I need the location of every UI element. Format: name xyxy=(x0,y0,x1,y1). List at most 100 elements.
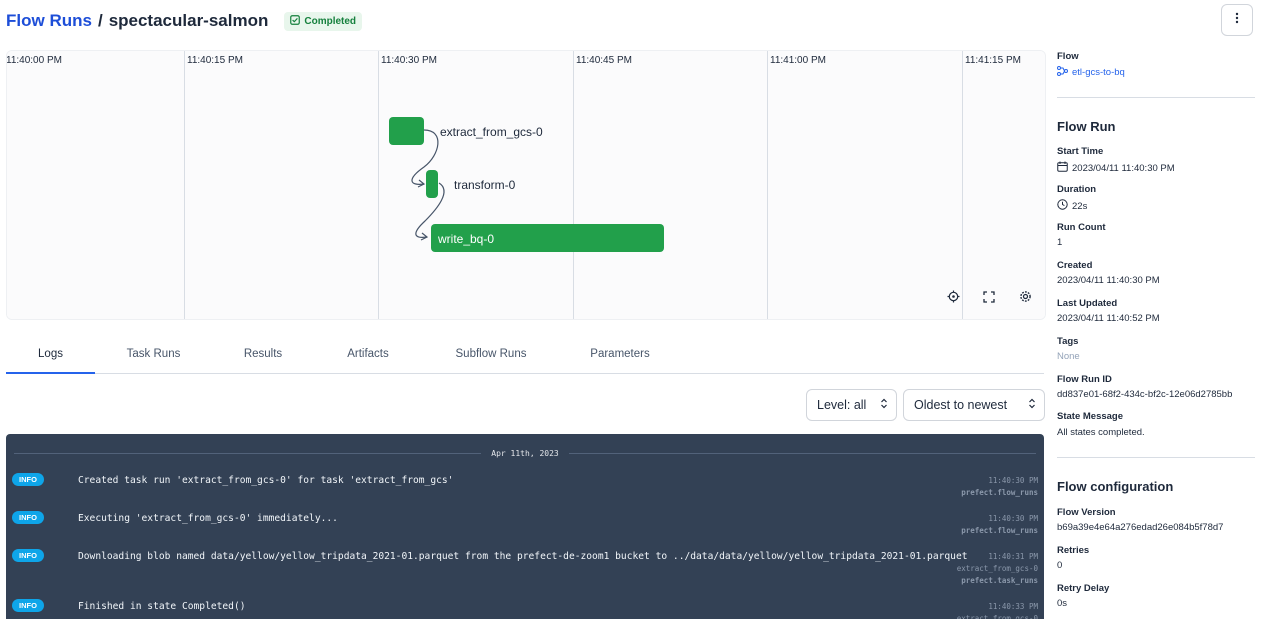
log-meta: 11:40:33 PM extract_from_gcs-0 xyxy=(957,601,1038,619)
flow-icon xyxy=(1057,66,1068,79)
clock-icon xyxy=(1057,199,1068,213)
log-date-label: Apr 11th, 2023 xyxy=(491,448,559,458)
gear-icon xyxy=(1019,290,1032,308)
recenter-icon xyxy=(947,290,960,308)
log-meta: 11:40:31 PM extract_from_gcs-0 prefect.t… xyxy=(957,551,1038,587)
recenter-button[interactable] xyxy=(945,290,961,308)
retries-label: Retries xyxy=(1057,545,1090,556)
tab-logs[interactable]: Logs xyxy=(6,336,95,374)
tab-artifacts[interactable]: Artifacts xyxy=(328,336,408,372)
flow-version-value: b69a39e4e64a276edad26e084b5f78d7 xyxy=(1057,522,1224,533)
select-chevron-icon xyxy=(1028,398,1036,412)
run-details-sidebar: Flow etl-gcs-to-bq Flow Run Start Time 2… xyxy=(1057,0,1267,619)
log-source: prefect.flow_runs xyxy=(961,488,1038,497)
task-node-label: write_bq-0 xyxy=(438,232,495,246)
log-panel[interactable]: Apr 11th, 2023 INFO Created task run 'ex… xyxy=(6,434,1044,619)
tags-label: Tags xyxy=(1057,336,1079,347)
created-value: 2023/04/11 11:40:30 PM xyxy=(1057,275,1160,286)
run-tabs: Logs Task Runs Results Artifacts Subflow… xyxy=(6,336,1044,374)
status-badge-label: Completed xyxy=(304,15,357,27)
retry-delay-value: 0s xyxy=(1057,598,1068,609)
calendar-icon xyxy=(1057,161,1068,175)
task-node-label: transform-0 xyxy=(454,178,516,192)
divider xyxy=(1057,457,1255,458)
log-task-name: extract_from_gcs-0 xyxy=(956,614,1038,619)
log-level-select-value: Level: all xyxy=(817,398,867,412)
timeline-grid-line xyxy=(962,51,963,319)
last-updated-value: 2023/04/11 11:40:52 PM xyxy=(1057,313,1160,324)
divider xyxy=(568,452,1036,454)
log-sort-select[interactable]: Oldest to newest xyxy=(903,389,1045,421)
retry-delay-label: Retry Delay xyxy=(1057,583,1110,594)
fullscreen-button[interactable] xyxy=(981,291,997,307)
task-node-extract-from-gcs[interactable] xyxy=(389,117,424,145)
start-time-text: 2023/04/11 11:40:30 PM xyxy=(1072,162,1175,174)
flow-label: Flow xyxy=(1057,51,1079,62)
tab-subflow-runs[interactable]: Subflow Runs xyxy=(436,336,546,372)
log-source: prefect.flow_runs xyxy=(961,526,1038,535)
log-task-name: extract_from_gcs-0 xyxy=(956,564,1038,573)
duration-label: Duration xyxy=(1057,184,1097,195)
flow-link[interactable]: etl-gcs-to-bq xyxy=(1057,66,1125,79)
fullscreen-icon xyxy=(983,290,995,308)
run-count-label: Run Count xyxy=(1057,222,1106,233)
timeline-tick-label: 11:40:00 PM xyxy=(6,55,62,66)
tab-results[interactable]: Results xyxy=(224,336,302,372)
flow-name: etl-gcs-to-bq xyxy=(1072,67,1125,78)
flow-run-id-label: Flow Run ID xyxy=(1057,374,1112,385)
flow-run-heading: Flow Run xyxy=(1057,119,1116,134)
log-message: Executing 'extract_from_gcs-0' immediate… xyxy=(78,513,338,524)
retries-value: 0 xyxy=(1057,560,1063,571)
flow-version-label: Flow Version xyxy=(1057,507,1116,518)
timeline-tick-label: 11:41:15 PM xyxy=(965,55,1021,66)
log-source: prefect.task_runs xyxy=(961,576,1038,585)
page-header: Flow Runs / spectacular-salmon Completed xyxy=(6,8,363,34)
timeline-grid-line xyxy=(378,51,379,319)
log-meta: 11:40:30 PM prefect.flow_runs xyxy=(961,513,1038,537)
timeline-settings-button[interactable] xyxy=(1017,291,1033,307)
log-level-badge: INFO xyxy=(12,599,44,612)
log-message: Downloading blob named data/yellow/yello… xyxy=(78,551,968,562)
log-level-badge: INFO xyxy=(12,549,44,562)
start-time-value: 2023/04/11 11:40:30 PM xyxy=(1057,161,1175,175)
check-square-icon xyxy=(290,14,301,28)
tab-task-runs[interactable]: Task Runs xyxy=(101,336,206,372)
log-time: 11:40:30 PM xyxy=(988,476,1038,485)
task-node-transform[interactable] xyxy=(426,170,438,198)
log-time: 11:40:31 PM xyxy=(988,552,1038,561)
timeline-grid-line xyxy=(767,51,768,319)
log-date-divider: Apr 11th, 2023 xyxy=(14,446,1036,460)
tab-parameters[interactable]: Parameters xyxy=(574,336,666,372)
log-time: 11:40:30 PM xyxy=(988,514,1038,523)
log-level-badge: INFO xyxy=(12,511,44,524)
duration-value: 22s xyxy=(1057,199,1087,213)
log-message: Created task run 'extract_from_gcs-0' fo… xyxy=(78,475,454,486)
log-meta: 11:40:30 PM prefect.flow_runs xyxy=(961,475,1038,499)
status-badge: Completed xyxy=(284,11,363,31)
timeline-grid-line xyxy=(184,51,185,319)
breadcrumb-separator: / xyxy=(97,11,103,30)
log-time: 11:40:33 PM xyxy=(988,602,1038,611)
timeline-tick-label: 11:41:00 PM xyxy=(770,55,826,66)
divider xyxy=(14,452,482,454)
divider xyxy=(1057,97,1255,98)
log-level-badge: INFO xyxy=(12,473,44,486)
log-message: Finished in state Completed() xyxy=(78,601,246,612)
state-message-label: State Message xyxy=(1057,411,1124,422)
timeline-tick-label: 11:40:30 PM xyxy=(381,55,437,66)
log-sort-select-value: Oldest to newest xyxy=(914,398,1008,412)
breadcrumb-flow-runs-link[interactable]: Flow Runs xyxy=(6,11,92,31)
timeline-tick-label: 11:40:15 PM xyxy=(187,55,243,66)
log-level-select[interactable]: Level: all xyxy=(806,389,897,421)
run-count-value: 1 xyxy=(1057,237,1063,248)
flow-run-timeline[interactable]: 11:40:00 PM 11:40:15 PM 11:40:30 PM 11:4… xyxy=(6,50,1046,320)
tags-value: None xyxy=(1057,351,1080,362)
start-time-label: Start Time xyxy=(1057,146,1104,157)
flow-configuration-heading: Flow configuration xyxy=(1057,479,1174,494)
timeline-grid-line xyxy=(573,51,574,319)
timeline-background xyxy=(7,51,1045,319)
task-node-label: extract_from_gcs-0 xyxy=(440,125,543,139)
last-updated-label: Last Updated xyxy=(1057,298,1118,309)
created-label: Created xyxy=(1057,260,1093,271)
duration-text: 22s xyxy=(1072,200,1088,212)
